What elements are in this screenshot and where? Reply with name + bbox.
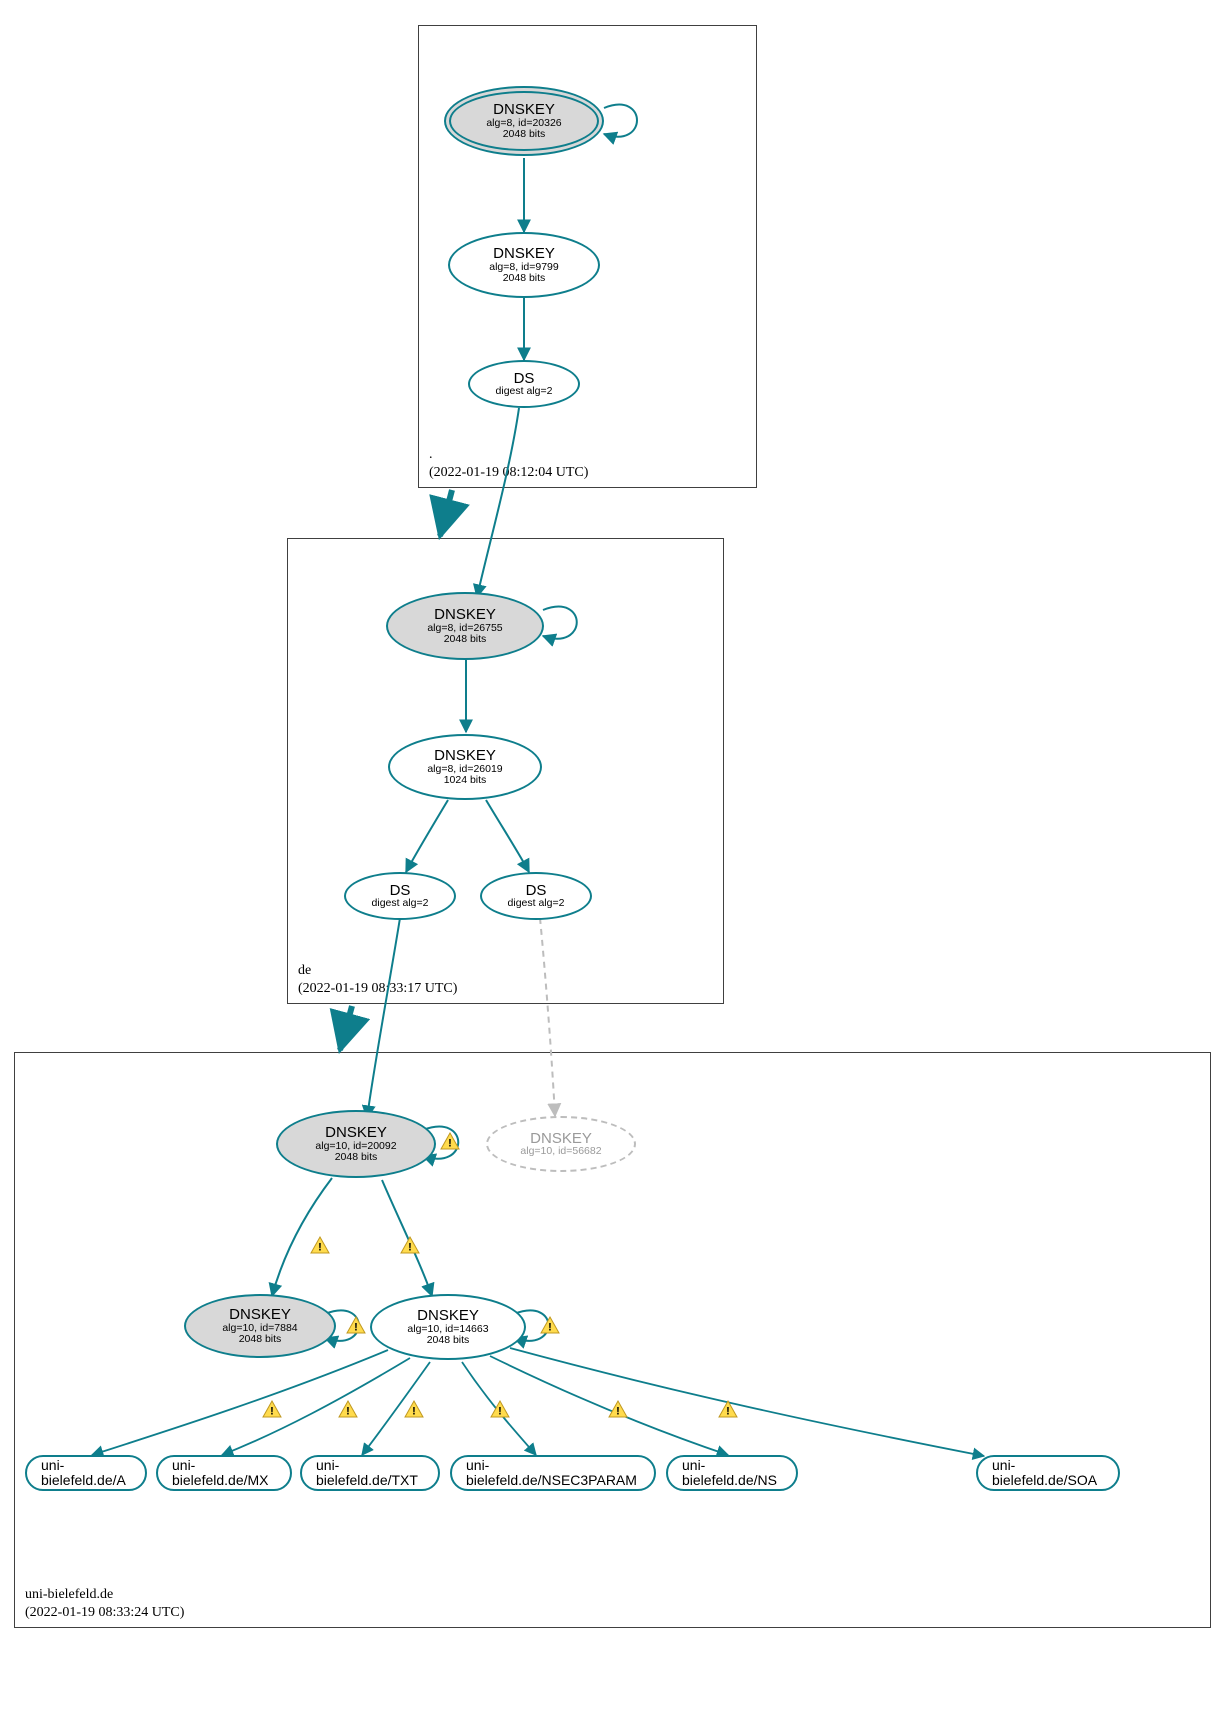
- node-title: DNSKEY: [434, 748, 496, 764]
- record-soa: uni-bielefeld.de/SOA: [976, 1455, 1120, 1491]
- record-a: uni-bielefeld.de/A: [25, 1455, 147, 1491]
- svg-text:!: !: [318, 1242, 322, 1254]
- node-alg: digest alg=2: [496, 386, 553, 397]
- warn-icon: !: [718, 1400, 738, 1418]
- node-bits: 2048 bits: [239, 1334, 282, 1345]
- record-mx: uni-bielefeld.de/MX: [156, 1455, 292, 1491]
- node-title: DNSKEY: [530, 1131, 592, 1147]
- warn-icon: !: [338, 1400, 358, 1418]
- node-dom-missing: DNSKEY alg=10, id=56682: [486, 1116, 636, 1172]
- warn-icon: !: [310, 1236, 330, 1254]
- node-bits: 1024 bits: [444, 775, 487, 786]
- node-de-zsk: DNSKEY alg=8, id=26019 1024 bits: [388, 734, 542, 800]
- node-alg: digest alg=2: [372, 898, 429, 909]
- record-label: uni-bielefeld.de/MX: [172, 1458, 276, 1487]
- warn-icon: !: [400, 1236, 420, 1254]
- record-label: uni-bielefeld.de/TXT: [316, 1458, 424, 1487]
- svg-text:!: !: [270, 1406, 274, 1418]
- node-dom-zsk: DNSKEY alg=10, id=14663 2048 bits: [370, 1294, 526, 1360]
- node-bits: 2048 bits: [444, 634, 487, 645]
- svg-text:!: !: [498, 1406, 502, 1418]
- svg-text:!: !: [412, 1406, 416, 1418]
- node-title: DS: [390, 883, 411, 899]
- warn-icon: !: [404, 1400, 424, 1418]
- node-alg: digest alg=2: [508, 898, 565, 909]
- node-bits: 2048 bits: [503, 273, 546, 284]
- warn-icon: !: [608, 1400, 628, 1418]
- node-title: DS: [526, 883, 547, 899]
- record-label: uni-bielefeld.de/NS: [682, 1458, 782, 1487]
- node-title: DNSKEY: [417, 1308, 479, 1324]
- svg-text:!: !: [408, 1242, 412, 1254]
- node-dom-7884: DNSKEY alg=10, id=7884 2048 bits: [184, 1294, 336, 1358]
- warn-icon: !: [490, 1400, 510, 1418]
- warn-icon: !: [440, 1132, 460, 1150]
- record-txt: uni-bielefeld.de/TXT: [300, 1455, 440, 1491]
- node-title: DNSKEY: [493, 102, 555, 118]
- node-alg: alg=10, id=56682: [520, 1146, 601, 1157]
- node-root-ksk: DNSKEY alg=8, id=20326 2048 bits: [444, 86, 604, 156]
- warn-icon: !: [262, 1400, 282, 1418]
- node-de-ds2: DS digest alg=2: [480, 872, 592, 920]
- svg-text:!: !: [448, 1138, 452, 1150]
- node-bits: 2048 bits: [335, 1152, 378, 1163]
- svg-text:!: !: [616, 1406, 620, 1418]
- node-root-zsk: DNSKEY alg=8, id=9799 2048 bits: [448, 232, 600, 298]
- warn-icon: !: [540, 1316, 560, 1334]
- node-title: DNSKEY: [434, 607, 496, 623]
- node-title: DNSKEY: [325, 1125, 387, 1141]
- svg-text:!: !: [346, 1406, 350, 1418]
- warn-icon: !: [346, 1316, 366, 1334]
- node-de-ds1: DS digest alg=2: [344, 872, 456, 920]
- node-title: DNSKEY: [493, 246, 555, 262]
- record-label: uni-bielefeld.de/A: [41, 1458, 131, 1487]
- svg-text:!: !: [726, 1406, 730, 1418]
- node-bits: 2048 bits: [503, 129, 546, 140]
- node-title: DNSKEY: [229, 1307, 291, 1323]
- record-nsec3param: uni-bielefeld.de/NSEC3PARAM: [450, 1455, 656, 1491]
- node-de-ksk: DNSKEY alg=8, id=26755 2048 bits: [386, 592, 544, 660]
- svg-text:!: !: [548, 1322, 552, 1334]
- node-root-ds: DS digest alg=2: [468, 360, 580, 408]
- node-title: DS: [514, 371, 535, 387]
- record-label: uni-bielefeld.de/NSEC3PARAM: [466, 1458, 640, 1487]
- node-bits: 2048 bits: [427, 1335, 470, 1346]
- record-ns: uni-bielefeld.de/NS: [666, 1455, 798, 1491]
- svg-text:!: !: [354, 1322, 358, 1334]
- node-dom-ksk: DNSKEY alg=10, id=20092 2048 bits: [276, 1110, 436, 1178]
- record-label: uni-bielefeld.de/SOA: [992, 1458, 1104, 1487]
